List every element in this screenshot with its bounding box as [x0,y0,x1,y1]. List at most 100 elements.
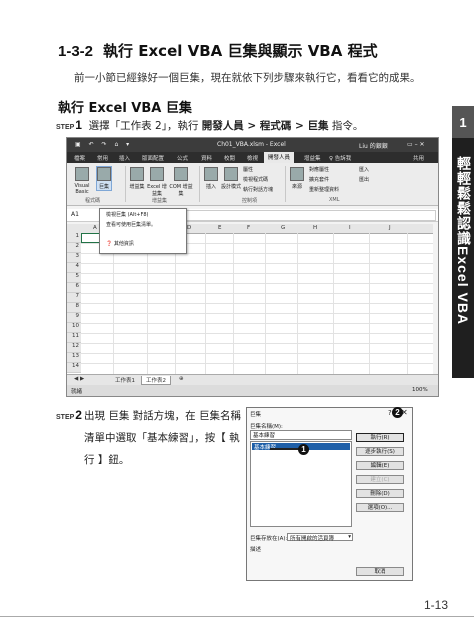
macros-tooltip: 檢視巨集 (Alt+F8) 查看可使用巨集清單。 ❓ 其他資訊 [99,208,187,254]
row-header[interactable]: 9 [67,313,81,323]
ribbon-separator [125,166,126,202]
xml-source-button[interactable]: 來源 [289,167,305,190]
grid-line [81,323,433,324]
tab-tell-me[interactable]: ♀ 告訴我 [329,154,351,162]
sheet-tab-2[interactable]: 工作表2 [141,376,171,385]
row-header[interactable]: 3 [67,253,81,263]
grid-line [233,233,234,376]
step-1-text-pre: 選擇「工作表 2」，執行 [88,120,202,132]
insert-control-button[interactable]: 插入 [203,167,219,190]
expansion-packs-button[interactable]: 擴充套件 [309,176,329,183]
excel-addins-button[interactable]: Excel 增益集 [147,167,167,197]
com-addins-button[interactable]: COM 增益集 [169,167,193,197]
column-header[interactable]: A [93,225,97,231]
chapter-title-latin: Excel VBA [455,246,471,326]
step-1-command-path: 開發人員 > 程式碼 > 巨集 [201,120,329,132]
row-header[interactable]: 7 [67,293,81,303]
column-header[interactable]: J [389,225,391,231]
xml-source-icon [290,167,304,181]
macro-name-input[interactable]: 基本練習 [250,430,352,440]
xml-import-button[interactable]: 匯入 [359,166,369,173]
run-dialog-button[interactable]: 執行對話方塊 [243,186,273,193]
window-controls[interactable]: ▭ – ✕ [407,141,425,148]
chapter-number-tab: 1 [452,106,474,138]
grid-line [81,293,433,294]
xml-export-button[interactable]: 匯出 [359,176,369,183]
column-header[interactable]: I [349,225,351,231]
cancel-button[interactable]: 取消 [356,567,404,576]
excel-addins-icon [150,167,164,181]
row-header[interactable]: 14 [67,363,81,373]
name-box[interactable]: A1 [71,211,79,218]
column-header[interactable]: H [313,225,317,231]
grid-line [81,303,433,304]
options-button[interactable]: 選項(O)... [356,503,404,512]
grid-line [175,233,176,376]
column-header[interactable]: E [218,225,221,231]
step-number: 2 [75,408,82,422]
tab-data[interactable]: 資料 [201,154,212,162]
page-number: 1-13 [424,598,449,612]
tab-page-layout[interactable]: 版面配置 [142,154,164,162]
step-into-button[interactable]: 逐步執行(S) [356,447,404,456]
tab-review[interactable]: 校閱 [224,154,235,162]
macros-in-label: 巨集存放在(A): [250,536,288,542]
row-header[interactable]: 1 [67,233,81,243]
tab-share[interactable]: 共用 [413,154,424,162]
column-header[interactable]: G [281,225,285,231]
run-button[interactable]: 執行(R) [356,433,404,442]
sheet-tab-1[interactable]: 工作表1 [111,376,139,384]
addins-button[interactable]: 增益集 [129,167,145,190]
tab-file[interactable]: 檔案 [74,154,85,162]
create-button[interactable]: 建立(C) [356,475,404,484]
zoom-level[interactable]: 100% [412,387,428,393]
row-header[interactable]: 8 [67,303,81,313]
tab-formulas[interactable]: 公式 [177,154,188,162]
edit-button[interactable]: 編輯(E) [356,461,404,470]
window-title: Ch01_VBA.xlsm - Excel [217,141,286,148]
view-code-button[interactable]: 檢視程式碼 [243,176,268,183]
tab-addins[interactable]: 增益集 [304,154,321,162]
status-ready: 就緒 [71,389,83,395]
row-header[interactable]: 10 [67,323,81,333]
row-header[interactable]: 5 [67,273,81,283]
formula-input[interactable] [159,210,436,221]
tooltip-more-info[interactable]: ❓ 其他資訊 [106,240,134,247]
excel-title-bar: ▣ ↶ ↷ ⌂ ▾ Ch01_VBA.xlsm - Excel Liu 的銀銀 … [67,138,438,152]
column-header[interactable]: F [247,225,250,231]
design-mode-button[interactable]: 設計模式 [221,167,241,190]
quick-access-toolbar[interactable]: ▣ ↶ ↷ ⌂ ▾ [75,141,132,148]
tab-insert[interactable]: 插入 [119,154,130,162]
tab-view[interactable]: 檢視 [247,154,258,162]
macros-button[interactable]: 巨集 [96,166,112,191]
row-header[interactable]: 2 [67,243,81,253]
row-header[interactable]: 6 [67,283,81,293]
sheet-tabs-bar: ◀ ▶ 工作表1 工作表2 ⊕ [67,374,438,385]
grid-line [205,233,206,376]
row-header[interactable]: 13 [67,353,81,363]
visual-basic-button[interactable]: Visual Basic [69,167,95,195]
macros-in-select[interactable]: 所有開啟的活頁簿 ▾ [287,533,353,542]
properties-button[interactable]: 屬性 [243,166,253,173]
developer-ribbon: Visual Basic 巨集 程式碼 增益集 Excel 增益集 COM 增益… [67,163,438,206]
step-1-text-post: 指令。 [328,120,364,132]
refresh-data-button[interactable]: 重新整理資料 [309,186,339,193]
map-properties-button[interactable]: 對應屬性 [309,166,329,173]
row-header[interactable]: 11 [67,333,81,343]
grid-line [147,233,148,376]
visual-basic-icon [75,167,89,181]
design-mode-icon [224,167,238,181]
tab-developer[interactable]: 開發人員 [264,152,295,163]
sheet-nav-arrows[interactable]: ◀ ▶ [70,376,88,382]
description-label: 描述 [250,547,262,553]
group-addins-label: 增益集 [152,198,168,204]
tab-home[interactable]: 常用 [97,154,108,162]
grid-line [81,363,433,364]
step-label: STEP [56,124,75,131]
delete-button[interactable]: 刪除(D) [356,489,404,498]
column-header[interactable]: D [187,225,191,231]
row-header[interactable]: 4 [67,263,81,273]
callout-badge-2: 2 [392,407,403,418]
add-sheet-icon[interactable]: ⊕ [175,376,188,382]
row-header[interactable]: 12 [67,343,81,353]
